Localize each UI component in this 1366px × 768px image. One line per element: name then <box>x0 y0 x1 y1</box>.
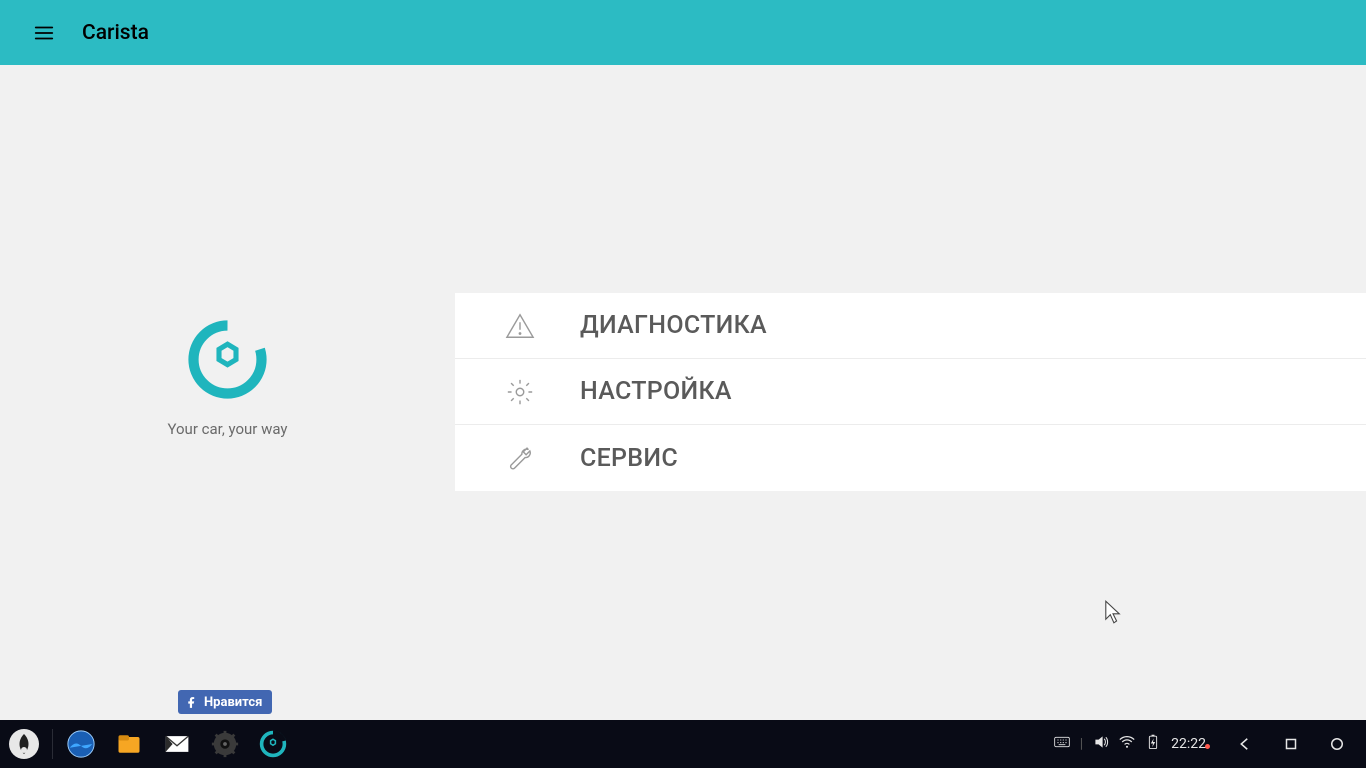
browser-icon[interactable] <box>57 720 105 768</box>
phoenix-os-icon[interactable] <box>0 720 48 768</box>
content-area: Your car, your way Нравится ДИАГНОСТИКА <box>0 65 1366 720</box>
menu-item-service[interactable]: СЕРВИС <box>455 425 1366 491</box>
files-icon[interactable] <box>105 720 153 768</box>
menu-label-settings: НАСТРОЙКА <box>580 377 732 406</box>
facebook-like-label: Нравится <box>204 695 262 710</box>
mouse-cursor-icon <box>1104 599 1122 629</box>
app-title: Carista <box>82 21 149 45</box>
notification-dot-icon <box>1205 744 1210 749</box>
taskbar-status-tray: | 22:22 <box>1054 734 1212 754</box>
clock-text: 22:22 <box>1171 736 1206 752</box>
carista-logo-icon <box>185 317 270 402</box>
taskbar-right: | 22:22 <box>1054 720 1366 768</box>
brand-pane: Your car, your way Нравится <box>0 65 455 720</box>
menu-item-diagnostics[interactable]: ДИАГНОСТИКА <box>455 293 1366 359</box>
settings-icon[interactable] <box>201 720 249 768</box>
main-menu-panel: ДИАГНОСТИКА НАСТРОЙКА СЕРВИС <box>455 293 1366 491</box>
app-bar: Carista <box>0 0 1366 65</box>
hamburger-icon <box>33 22 55 44</box>
logo-block: Your car, your way <box>167 317 287 438</box>
menu-label-diagnostics: ДИАГНОСТИКА <box>580 311 767 340</box>
facebook-like-button[interactable]: Нравится <box>178 690 272 714</box>
taskbar-separator <box>52 729 53 759</box>
keyboard-icon[interactable] <box>1054 734 1070 754</box>
recents-button[interactable] <box>1316 723 1358 765</box>
volume-icon[interactable] <box>1093 734 1109 754</box>
brand-tagline: Your car, your way <box>167 420 287 438</box>
mail-icon[interactable] <box>153 720 201 768</box>
wifi-icon[interactable] <box>1119 734 1135 754</box>
home-button[interactable] <box>1270 723 1312 765</box>
back-button[interactable] <box>1224 723 1266 765</box>
taskbar-clock[interactable]: 22:22 <box>1171 736 1212 752</box>
menu-label-service: СЕРВИС <box>580 444 678 473</box>
system-taskbar: | 22:22 <box>0 720 1366 768</box>
wrench-icon <box>500 438 540 478</box>
carista-app-icon[interactable] <box>249 720 297 768</box>
menu-item-settings[interactable]: НАСТРОЙКА <box>455 359 1366 425</box>
gear-icon <box>500 372 540 412</box>
warning-triangle-icon <box>500 306 540 346</box>
facebook-icon <box>185 696 198 709</box>
hamburger-menu-button[interactable] <box>24 13 64 53</box>
taskbar-left <box>0 720 297 768</box>
taskbar-nav <box>1224 723 1358 765</box>
battery-charging-icon[interactable] <box>1145 734 1161 754</box>
